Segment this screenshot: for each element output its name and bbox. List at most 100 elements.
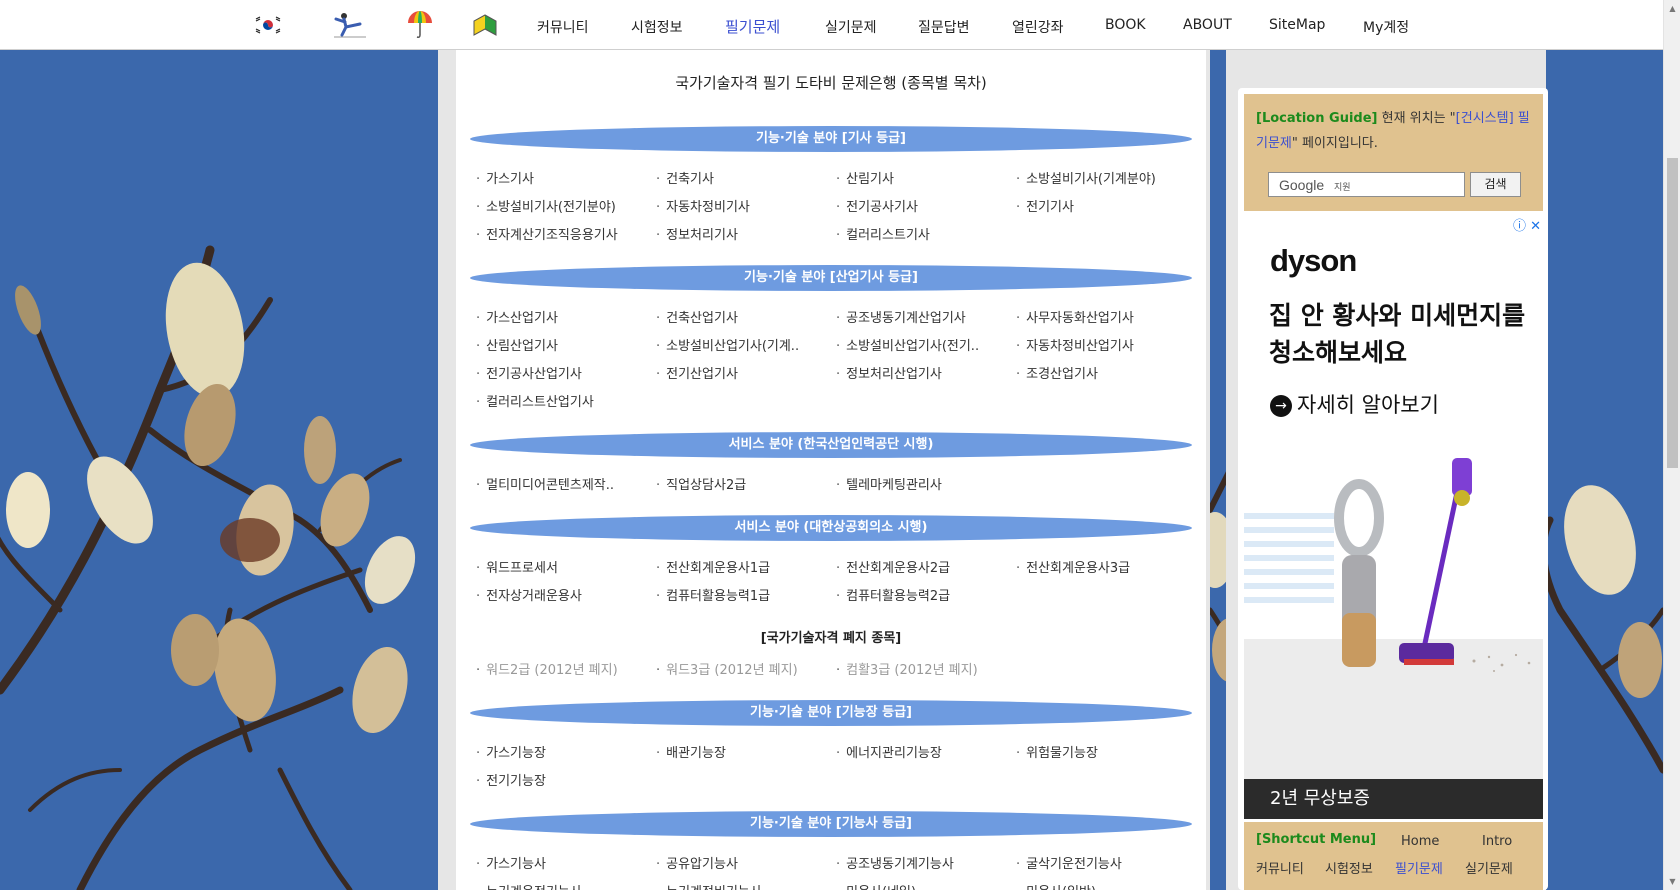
exam-link[interactable]: 컬러리스트기사 — [836, 224, 930, 243]
shortcut-home[interactable]: Home — [1401, 834, 1439, 849]
exam-link[interactable]: 미용사(네일) — [836, 881, 916, 890]
nav-exam-info[interactable]: 시험정보 — [631, 17, 683, 37]
abolished-exam: 워드3급 (2012년 폐지) — [656, 659, 798, 678]
ad-brand: dyson — [1270, 243, 1357, 278]
exam-link[interactable]: 정보처리산업기사 — [836, 363, 942, 382]
exam-link[interactable]: 정보처리기사 — [656, 224, 738, 243]
exam-link[interactable]: 전산회계운용사2급 — [836, 557, 950, 576]
shortcut-menu: [Shortcut Menu] Home Intro 커뮤니티 시험정보 필기문… — [1244, 822, 1543, 890]
section-band: 기능·기술 분야 [기사 등급] — [470, 126, 1192, 152]
shortcut-written-exam[interactable]: 필기문제 — [1395, 858, 1443, 877]
scrollbar-thumb[interactable] — [1667, 158, 1678, 468]
nav-practical-exam[interactable]: 실기문제 — [825, 17, 877, 37]
exam-link[interactable]: 누기계정비기능사 — [656, 881, 762, 890]
exam-link[interactable]: 전자계산기조직응용기사 — [476, 224, 618, 243]
exam-link[interactable]: 소방설비산업기사(기계.. — [656, 335, 799, 354]
ad-footer: 2년 무상보증 — [1244, 779, 1543, 819]
search-input[interactable]: Google 지원 — [1268, 172, 1465, 197]
nav-sitemap[interactable]: SiteMap — [1269, 17, 1325, 33]
section-band: 기능·기술 분야 [기능사 등급] — [470, 811, 1192, 837]
nav-book[interactable]: BOOK — [1105, 17, 1146, 33]
shortcut-exam-info[interactable]: 시험정보 — [1325, 858, 1373, 877]
search-sub-label: 지원 — [1334, 183, 1351, 193]
exam-link[interactable]: 텔레마케팅관리사 — [836, 474, 942, 493]
exam-link[interactable]: 가스기능장 — [476, 742, 546, 761]
exam-link[interactable]: 가스산업기사 — [476, 307, 558, 326]
exam-link[interactable]: 누기계운전기능사 — [476, 881, 582, 890]
exam-link[interactable]: 가스기사 — [476, 168, 534, 187]
nav-about[interactable]: ABOUT — [1183, 17, 1232, 33]
exam-link[interactable]: 전기기능장 — [476, 770, 546, 789]
exam-link[interactable]: 굴삭기운전기능사 — [1016, 853, 1122, 872]
dyson-ad[interactable]: ⓘ ✕ dyson 집 안 황사와 미세먼지를 청소해보세요 → 자세히 알아보기… — [1244, 213, 1543, 819]
vertical-scrollbar[interactable]: ▲ ▼ — [1663, 0, 1680, 890]
ad-product-image — [1244, 458, 1543, 779]
nav-qna[interactable]: 질문답변 — [918, 17, 970, 37]
exam-link[interactable]: 산림기사 — [836, 168, 894, 187]
scroll-up-icon[interactable]: ▲ — [1664, 0, 1680, 17]
exam-link[interactable]: 전산회계운용사3급 — [1016, 557, 1130, 576]
exam-link[interactable]: 컬러리스트산업기사 — [476, 391, 594, 410]
exam-link[interactable]: 전기공사산업기사 — [476, 363, 582, 382]
exam-link[interactable]: 건축산업기사 — [656, 307, 738, 326]
exam-link[interactable]: 에너지관리기능장 — [836, 742, 942, 761]
exam-link[interactable]: 자동차정비기사 — [656, 196, 750, 215]
exam-link[interactable]: 자동차정비산업기사 — [1016, 335, 1134, 354]
nav-community[interactable]: 커뮤니티 — [537, 17, 589, 37]
exam-link[interactable]: 전기산업기사 — [656, 363, 738, 382]
exam-link[interactable]: 배관기능장 — [656, 742, 726, 761]
exam-link[interactable]: 컴퓨터활용능력1급 — [656, 585, 770, 604]
exam-link[interactable]: 공조냉동기계기능사 — [836, 853, 954, 872]
beginner-mark-icon[interactable] — [470, 11, 500, 39]
exam-link[interactable]: 워드프로세서 — [476, 557, 558, 576]
scroll-down-icon[interactable]: ▼ — [1664, 873, 1680, 890]
umbrella-icon[interactable] — [405, 11, 435, 39]
ad-cta-label: 자세히 알아보기 — [1297, 393, 1439, 417]
exam-link[interactable]: 공유압기능사 — [656, 853, 738, 872]
shortcut-practical-exam[interactable]: 실기문제 — [1465, 858, 1513, 877]
ad-cta[interactable]: → 자세히 알아보기 — [1270, 389, 1439, 419]
section-band: 서비스 분야 (한국산업인력공단 시행) — [470, 432, 1192, 458]
taekwondo-icon[interactable] — [330, 11, 368, 39]
section-band: 기능·기술 분야 [기능장 등급] — [470, 700, 1192, 726]
korea-flag-icon[interactable] — [253, 11, 283, 39]
exam-link[interactable]: 전산회계운용사1급 — [656, 557, 770, 576]
nav-my-account[interactable]: My계정 — [1363, 17, 1409, 37]
main-content: 국가기술자격 필기 도타비 문제은행 (종목별 목차) 기능·기술 분야 [기사… — [456, 50, 1206, 890]
page-title: 국가기술자격 필기 도타비 문제은행 (종목별 목차) — [675, 74, 987, 92]
exam-link[interactable]: 소방설비기사(전기분야) — [476, 196, 616, 215]
shortcut-community[interactable]: 커뮤니티 — [1256, 858, 1304, 877]
exam-link[interactable]: 소방설비산업기사(전기.. — [836, 335, 979, 354]
ad-info-close-icon[interactable]: ⓘ ✕ — [1513, 215, 1541, 234]
shortcut-intro[interactable]: Intro — [1482, 834, 1512, 849]
abolished-exam: 컴활3급 (2012년 폐지) — [836, 659, 978, 678]
top-navigation: 커뮤니티 시험정보 필기문제 실기문제 질문답변 열린강좌 BOOK ABOUT… — [0, 0, 1663, 50]
location-prefix: 현재 위치는 " — [1381, 111, 1456, 126]
exam-link[interactable]: 조경산업기사 — [1016, 363, 1098, 382]
exam-link[interactable]: 위험물기능장 — [1016, 742, 1098, 761]
exam-link[interactable]: 멀티미디어콘텐츠제작.. — [476, 474, 614, 493]
exam-link[interactable]: 사무자동화산업기사 — [1016, 307, 1134, 326]
exam-link[interactable]: 공조냉동기계산업기사 — [836, 307, 966, 326]
nav-written-exam[interactable]: 필기문제 — [725, 16, 780, 37]
search-button[interactable]: 검색 — [1470, 172, 1521, 197]
exam-link[interactable]: 컴퓨터활용능력2급 — [836, 585, 950, 604]
exam-link[interactable]: 가스기능사 — [476, 853, 546, 872]
location-guide: [Location Guide] 현재 위치는 "[건시스템] 필기문제" 페이… — [1244, 94, 1543, 211]
exam-link[interactable]: 산림산업기사 — [476, 335, 558, 354]
exam-link[interactable]: 건축기사 — [656, 168, 714, 187]
abolished-exam: 워드2급 (2012년 폐지) — [476, 659, 618, 678]
abolished-heading: [국가기술자격 폐지 종목] — [760, 631, 902, 646]
shortcut-label: [Shortcut Menu] — [1256, 832, 1377, 847]
exam-link[interactable]: 전기기사 — [1016, 196, 1074, 215]
exam-link[interactable]: 미용사(일반) — [1016, 881, 1096, 890]
location-label: [Location Guide] — [1256, 111, 1378, 126]
google-logo: Google — [1279, 177, 1325, 193]
exam-link[interactable]: 전기공사기사 — [836, 196, 918, 215]
section-band: 기능·기술 분야 [산업기사 등급] — [470, 265, 1192, 291]
exam-link[interactable]: 전자상거래운용사 — [476, 585, 582, 604]
exam-link[interactable]: 소방설비기사(기계분야) — [1016, 168, 1156, 187]
ad-headline: 집 안 황사와 미세먼지를 청소해보세요 — [1269, 301, 1526, 367]
exam-link[interactable]: 직업상담사2급 — [656, 474, 746, 493]
nav-open-lecture[interactable]: 열린강좌 — [1012, 17, 1064, 37]
